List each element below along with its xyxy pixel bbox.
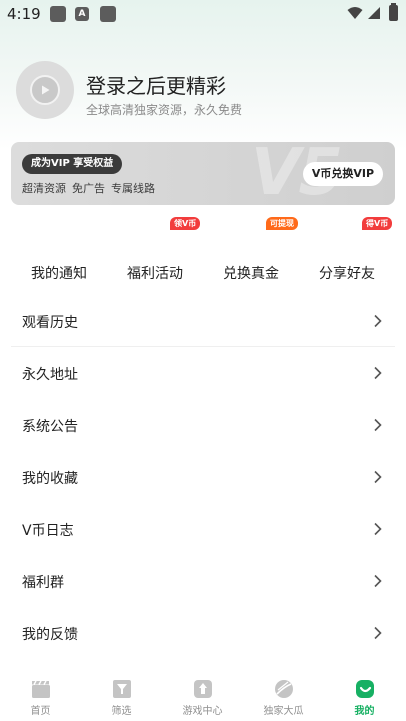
gift-icon [141, 227, 169, 255]
menu-item-label: V币日志 [22, 523, 74, 539]
quick-action-share[interactable]: 得V币 分享好友 [299, 215, 395, 285]
menu-item-welfare-group[interactable]: 福利群 [0, 555, 406, 607]
menu-item-favorites[interactable]: 我的收藏 [0, 451, 406, 503]
coin-icon [237, 227, 265, 255]
quick-action-tag: 领V币 [170, 217, 201, 230]
quick-action-tag: 可提现 [266, 217, 298, 230]
nav-label: 游戏中心 [182, 706, 223, 717]
chevron-right-icon [374, 626, 382, 640]
chevron-right-icon [374, 366, 382, 380]
quick-action-label: 我的通知 [31, 266, 87, 282]
battery-icon [389, 3, 398, 21]
menu-item-announcements[interactable]: 系统公告 [0, 399, 406, 451]
menu-item-coin-log[interactable]: V币日志 [0, 503, 406, 555]
profile-icon [356, 680, 374, 698]
menu-item-feedback[interactable]: 我的反馈 [0, 607, 406, 659]
menu-item-permanent-address[interactable]: 永久地址 [0, 347, 406, 399]
app-icon [50, 6, 66, 22]
nav-label: 筛选 [111, 706, 132, 717]
vip-perk: 免广告 [72, 182, 105, 195]
vip-banner[interactable]: V5 成为VIP 享受权益 超清资源 免广告 专属线路 V币兑换VIP [11, 142, 395, 205]
quick-action-label: 分享好友 [319, 266, 375, 282]
melon-icon [275, 680, 293, 698]
wifi-icon [347, 7, 363, 19]
nav-label: 我的 [354, 706, 375, 717]
nav-filter[interactable]: 筛选 [81, 668, 162, 721]
chevron-right-icon [374, 574, 382, 588]
quick-action-label: 福利活动 [127, 266, 183, 282]
vip-perk: 专属线路 [111, 182, 155, 195]
nav-home[interactable]: 首页 [0, 668, 81, 721]
signal-icon [368, 7, 380, 19]
avatar[interactable] [16, 61, 74, 119]
menu-item-label: 福利群 [22, 575, 64, 591]
menu-item-label: 观看历史 [22, 315, 78, 331]
bottom-nav: 首页 筛选 游戏中心 独家大瓜 我的 [0, 668, 406, 721]
quick-action-exchange[interactable]: 可提现 兑换真金 [203, 215, 299, 285]
nav-label: 首页 [30, 706, 51, 717]
login-subtitle: 全球高清独家资源，永久免费 [86, 103, 243, 117]
quick-action-label: 兑换真金 [223, 266, 279, 282]
quick-action-tag: 得V币 [362, 217, 393, 230]
vip-exchange-button[interactable]: V币兑换VIP [303, 162, 383, 186]
quick-action-notifications[interactable]: 我的通知 [11, 215, 107, 285]
menu-item-label: 我的收藏 [22, 471, 78, 487]
login-title[interactable]: 登录之后更精彩 [86, 70, 226, 99]
quick-actions: 我的通知 领V币 福利活动 可提现 兑换真金 得V币 分享好友 [0, 215, 406, 285]
play-icon [30, 75, 60, 105]
quick-action-welfare[interactable]: 领V币 福利活动 [107, 215, 203, 285]
menu-item-history[interactable]: 观看历史 [0, 295, 406, 347]
menu-item-label: 我的反馈 [22, 627, 78, 643]
nav-profile[interactable]: 我的 [324, 668, 405, 721]
game-icon [194, 680, 212, 698]
clapperboard-icon [32, 680, 50, 698]
status-bar: 4:19 A [0, 0, 406, 28]
menu-item-label: 系统公告 [22, 419, 78, 435]
vip-badge: 成为VIP 享受权益 [22, 154, 123, 174]
nav-exclusive[interactable]: 独家大瓜 [243, 668, 324, 721]
vip-perk: 超清资源 [22, 182, 66, 195]
bell-icon [45, 227, 73, 255]
menu-item-label: 永久地址 [22, 367, 78, 383]
status-time: 4:19 [7, 5, 41, 23]
menu-list: 观看历史 永久地址 系统公告 我的收藏 V币日志 福利群 我的反馈 [0, 295, 406, 659]
filter-icon [113, 680, 131, 698]
a-icon: A [75, 7, 89, 21]
chevron-right-icon [374, 522, 382, 536]
nav-label: 独家大瓜 [263, 706, 304, 717]
chevron-right-icon [374, 470, 382, 484]
chevron-right-icon [374, 314, 382, 328]
chevron-right-icon [374, 418, 382, 432]
share-icon [333, 227, 361, 255]
nav-game-center[interactable]: 游戏中心 [162, 668, 243, 721]
vip-perks: 超清资源 免广告 专属线路 [22, 180, 161, 196]
app-icon [100, 6, 116, 22]
